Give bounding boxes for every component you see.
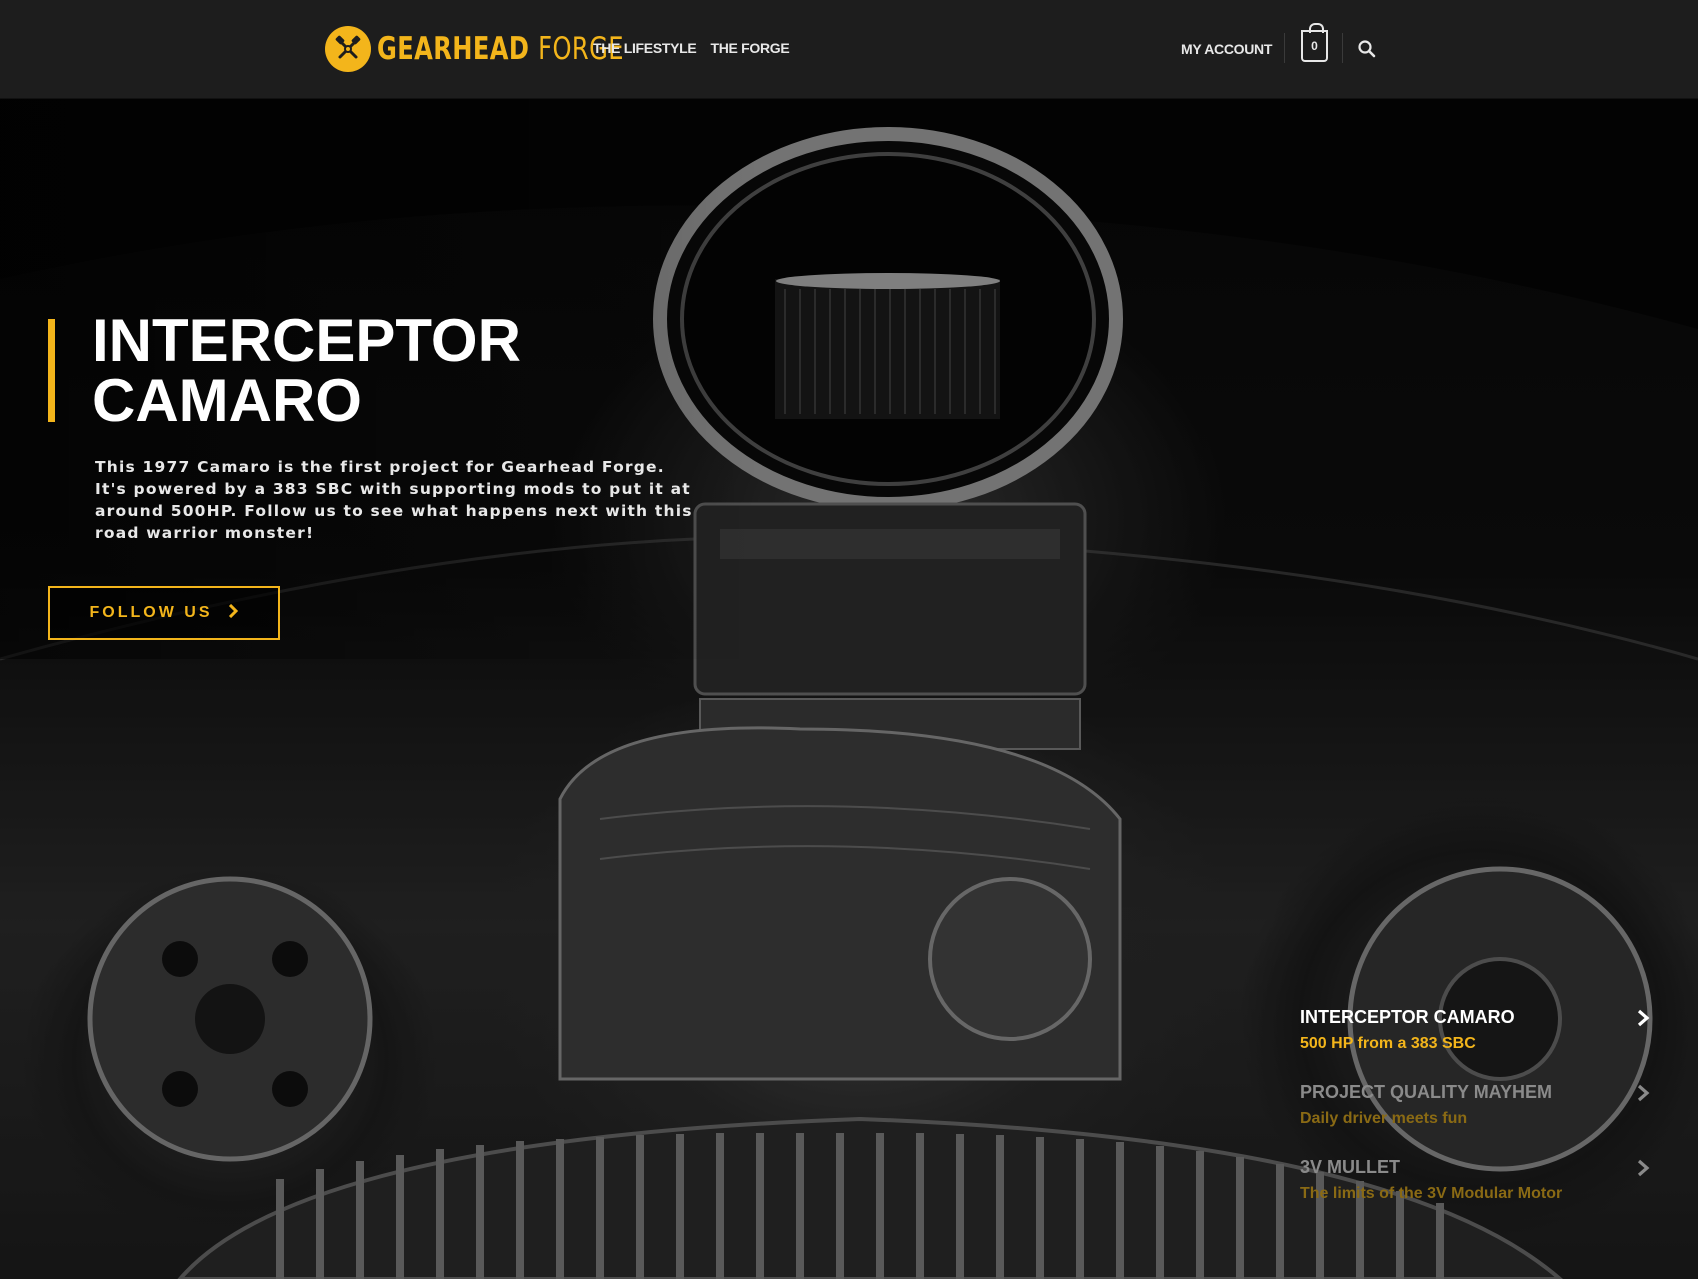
my-account-link[interactable]: MY ACCOUNT xyxy=(1181,41,1272,57)
brand-name: GEARHEAD FORGE xyxy=(377,31,624,67)
chevron-right-icon xyxy=(1637,1159,1650,1177)
hero-title: INTERCEPTOR CAMARO xyxy=(92,311,692,431)
follow-us-button[interactable]: FOLLOW US xyxy=(48,586,280,640)
main-nav: THE LIFESTYLE THE FORGE xyxy=(593,40,790,56)
slide-navigation: INTERCEPTOR CAMARO 500 HP from a 383 SBC… xyxy=(1300,1007,1650,1232)
chevron-right-icon xyxy=(228,603,239,623)
slide-item-3v-mullet[interactable]: 3V MULLET The limits of the 3V Modular M… xyxy=(1300,1157,1650,1232)
slide-item-interceptor-camaro[interactable]: INTERCEPTOR CAMARO 500 HP from a 383 SBC xyxy=(1300,1007,1650,1082)
cart-button[interactable]: 0 xyxy=(1301,23,1328,62)
chevron-right-icon xyxy=(1637,1084,1650,1102)
slide-title: INTERCEPTOR CAMARO xyxy=(1300,1007,1515,1027)
crossed-pistons-icon xyxy=(325,26,371,72)
slide-title: PROJECT QUALITY MAYHEM xyxy=(1300,1082,1553,1102)
nav-item-the-forge[interactable]: THE FORGE xyxy=(710,40,789,56)
slide-subtitle: The limits of the 3V Modular Motor xyxy=(1300,1185,1563,1202)
slide-title: 3V MULLET xyxy=(1300,1157,1401,1177)
chevron-right-icon xyxy=(1637,1009,1650,1027)
header-divider xyxy=(1342,33,1343,63)
slide-subtitle: 500 HP from a 383 SBC xyxy=(1300,1035,1476,1052)
cart-count: 0 xyxy=(1311,39,1318,53)
slide-subtitle: Daily driver meets fun xyxy=(1300,1110,1468,1127)
follow-us-label: FOLLOW US xyxy=(89,604,213,621)
header-divider xyxy=(1284,33,1285,63)
hero-title-line1: INTERCEPTOR xyxy=(92,307,521,374)
site-header: GEARHEAD FORGE THE LIFESTYLE THE FORGE M… xyxy=(0,0,1698,99)
hero-title-line2: CAMARO xyxy=(92,367,362,434)
hero-slider: INTERCEPTOR CAMARO This 1977 Camaro is t… xyxy=(0,99,1698,1279)
search-icon[interactable] xyxy=(1357,39,1377,59)
nav-item-the-lifestyle[interactable]: THE LIFESTYLE xyxy=(593,40,697,56)
slide-item-project-quality-mayhem[interactable]: PROJECT QUALITY MAYHEM Daily driver meet… xyxy=(1300,1082,1650,1157)
brand-name-bold: GEARHEAD xyxy=(377,31,530,67)
hero-description: This 1977 Camaro is the first project fo… xyxy=(95,458,693,542)
title-accent-bar xyxy=(48,319,55,422)
